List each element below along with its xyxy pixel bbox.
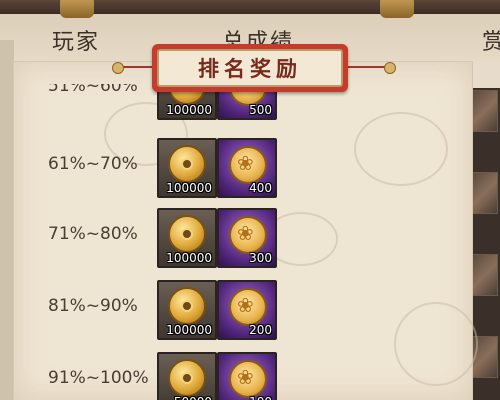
banner-pin-left (112, 62, 124, 74)
left-edge (0, 40, 14, 400)
token-icon (229, 216, 267, 254)
reward-quantity: 400 (249, 181, 272, 195)
coin-icon (168, 359, 206, 397)
ranking-reward-panel[interactable]: 51%~60% 100000 500 61%~70% 100000 400 71… (14, 62, 478, 400)
reward-item[interactable]: 100000 (157, 138, 217, 198)
reward-item[interactable]: 200 (217, 280, 277, 340)
token-icon (229, 146, 267, 184)
rank-range: 71%~80% (48, 224, 138, 244)
reward-quantity: 100000 (166, 323, 212, 337)
column-reward-partial: 赏 (482, 30, 500, 55)
reward-quantity: 300 (249, 251, 272, 265)
reward-item[interactable]: 50000 (157, 352, 217, 400)
title-banner-inner: 排名奖励 (157, 49, 343, 87)
reward-quantity: 100 (249, 395, 272, 400)
rank-range: 91%~100% (48, 368, 149, 388)
reward-quantity: 100000 (166, 103, 212, 117)
background-thumb (472, 90, 498, 132)
panel-title: 排名奖励 (198, 56, 302, 81)
rank-range: 51%~60% (48, 84, 138, 96)
rank-range: 61%~70% (48, 154, 138, 174)
reward-row: 81%~90% 100000 200 (14, 280, 472, 340)
reward-quantity: 500 (249, 103, 272, 117)
reward-item[interactable]: 100000 (157, 208, 217, 268)
coin-icon (168, 145, 206, 183)
reward-row: 61%~70% 100000 400 (14, 138, 472, 198)
reward-row: 71%~80% 100000 300 (14, 208, 472, 268)
reward-row: 91%~100% 50000 100 (14, 352, 472, 400)
reward-item[interactable]: 400 (217, 138, 277, 198)
reward-item[interactable]: 100 (217, 352, 277, 400)
rod-knob-right (380, 0, 414, 18)
reward-quantity: 200 (249, 323, 272, 337)
reward-item[interactable]: 100000 (157, 280, 217, 340)
rank-range: 81%~90% (48, 296, 138, 316)
background-thumb (472, 172, 498, 214)
banner-pin-right (384, 62, 396, 74)
reward-quantity: 100000 (166, 251, 212, 265)
coin-icon (168, 287, 206, 325)
rod-knob-left (60, 0, 94, 18)
reward-quantity: 100000 (166, 181, 212, 195)
token-icon (229, 360, 267, 398)
title-banner: 排名奖励 (152, 44, 348, 92)
coin-icon (168, 215, 206, 253)
reward-item[interactable]: 300 (217, 208, 277, 268)
token-icon (229, 288, 267, 326)
scroll-rod (0, 0, 500, 18)
banner-string-right (344, 66, 388, 68)
column-player: 玩家 (52, 30, 101, 55)
reward-quantity: 50000 (174, 395, 212, 400)
background-thumb (472, 254, 498, 296)
